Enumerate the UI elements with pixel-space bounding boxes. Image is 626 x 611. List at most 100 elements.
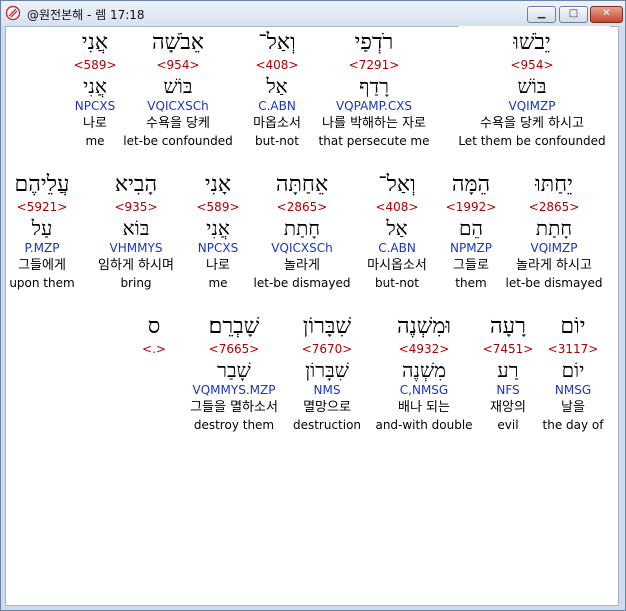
english-gloss: but-not (255, 134, 299, 148)
lemma-word: בּוֹא (122, 216, 150, 240)
lemma-word: מִשְׁנֶה (401, 358, 447, 382)
word-block[interactable]: יֵבֹשׁוּ <954> בּוֹשׁ VQIMZP 수욕을 당케 하시고 Let t… (458, 32, 605, 151)
lemma-word: רַע (497, 358, 519, 382)
word-block[interactable]: אֵבֹשָׁה <954> בּוֹשׁ VQICXSCh 수욕을 당케 let-be … (123, 32, 233, 151)
hebrew-word: אָנִי (204, 172, 232, 197)
hebrew-word: רֹדְפַי (354, 30, 394, 55)
lemma-word: רָדַף (359, 74, 389, 98)
window-title: @원전본해 - 렘 17:18 (27, 8, 145, 22)
morphology-code: VQIMZP (530, 241, 578, 255)
hebrew-word: אֲנִי (81, 30, 109, 55)
morphology-code: NPCXS (197, 241, 239, 255)
lemma-word: חָתַת (283, 216, 321, 240)
korean-gloss: 나로 (83, 116, 107, 131)
lemma-word: אֲנִי (83, 74, 107, 98)
hebrew-word: וְאַל־ (258, 30, 296, 55)
minimize-button[interactable]: ▁ (527, 6, 556, 23)
hebrew-word: וְאַל־ (378, 172, 416, 197)
english-gloss: Let them be confounded (458, 134, 606, 148)
word-block[interactable]: רֹדְפַי <7291> רָדַף VQPAMP.CXS 나를 박해하는 자로 th… (319, 32, 430, 151)
korean-gloss: 배나 되는 (398, 400, 450, 415)
word-block[interactable]: שָׁבְרֵם׃ <7665> שָׁבַר VQMMYS.MZP 그들을 멸하소서 d… (190, 316, 278, 435)
word-block[interactable]: הֵמָּה <1992> הֵם NPMZP 그들로 them (446, 174, 497, 293)
korean-gloss: 멸망으로 (303, 400, 351, 415)
english-gloss: that persecute me (318, 134, 430, 148)
word-block[interactable]: רָעָה <7451> רַע NFS 재앙의 evil (483, 316, 534, 435)
english-gloss: let-be dismayed (253, 276, 351, 290)
hebrew-word: אֵבֹשָׁה (151, 30, 205, 55)
english-gloss: evil (497, 418, 519, 432)
english-gloss: destruction (292, 418, 362, 432)
morphology-code: VQPAMP.CXS (335, 99, 413, 113)
lemma-word: עַל (31, 216, 53, 240)
word-block[interactable]: אָנִי <589> אֲנִי NPCXS 나로 me (196, 174, 239, 293)
english-gloss (142, 419, 166, 435)
lemma-word: בּוֹשׁ (163, 74, 193, 98)
strong-number: <.> (142, 342, 166, 356)
korean-gloss: 날을 (561, 400, 585, 415)
hebrew-word: הָבִיא (114, 172, 158, 197)
morphology-code: C,NMSG (399, 383, 449, 397)
morphology-code: VQICXSCh (147, 99, 209, 113)
korean-gloss: 임하게 하시며 (98, 258, 174, 273)
english-gloss: and-with double (375, 418, 473, 432)
hebrew-word: עֲלֵיהֶם (14, 172, 70, 197)
word-block[interactable]: וְאַל־ <408> אַל C.ABN 마시옵소서 but-not (367, 174, 427, 293)
morphology-code: VHMMYS (109, 241, 163, 255)
hebrew-word: שָׁבְרֵם׃ (208, 314, 260, 339)
lemma-word: שָׁבַר (217, 358, 251, 382)
word-block[interactable]: אֵחַתָּה <2865> חָתַת VQICXSCh 놀라게 let-be dis… (254, 174, 351, 293)
english-gloss: but-not (375, 276, 419, 290)
hebrew-word: הֵמָּה (451, 172, 491, 197)
english-gloss: destroy them (193, 418, 275, 432)
korean-gloss: 수욕을 당케 하시고 (480, 116, 584, 131)
hebrew-word: רָעָה (490, 314, 526, 339)
lemma-word (142, 360, 166, 384)
lemma-word: אַל (266, 74, 288, 98)
english-gloss: let-be confounded (123, 134, 233, 148)
korean-gloss: 그들에게 (18, 258, 66, 273)
hebrew-word: יֵבֹשׁוּ (513, 30, 551, 55)
hebrew-word: אֵחַתָּה (275, 172, 329, 197)
title-bar[interactable]: @원전본해 - 렘 17:18 ▁ □ ✕ (1, 1, 625, 27)
word-block[interactable]: הָבִיא <935> בּוֹא VHMMYS 임하게 하시며 bring (98, 174, 174, 293)
morphology-code: P.MZP (24, 241, 60, 255)
word-block[interactable]: שִׁבָּרוֹן <7670> שִׁבָּרוֹן NMS 멸망으로 destruc… (293, 316, 361, 435)
korean-gloss: 마옵소서 (253, 116, 301, 131)
morphology-code (142, 384, 166, 401)
close-button[interactable]: ✕ (590, 6, 623, 23)
lemma-word: שִׁבָּרוֹן (305, 358, 349, 382)
morphology-code: NPMZP (449, 241, 493, 255)
word-block[interactable]: עֲלֵיהֶם <5921> עַל P.MZP 그들에게 upon them (9, 174, 74, 293)
korean-gloss: 마시옵소서 (367, 258, 427, 273)
hebrew-word: שִׁבָּרוֹן (302, 314, 352, 339)
morphology-code: C.ABN (258, 99, 296, 113)
korean-gloss (142, 401, 166, 419)
word-block[interactable]: יוֹם <3117> יוֹם NMSG 날을 the day of (543, 316, 604, 435)
lemma-word: אַל (386, 216, 408, 240)
morphology-code: NPCXS (74, 99, 116, 113)
morphology-code: NFS (496, 383, 520, 397)
english-gloss: the day of (542, 418, 604, 432)
word-block[interactable]: וְאַל־ <408> אַל C.ABN 마옵소서 but-not (253, 32, 301, 151)
word-block[interactable]: יֵחַתּוּ <2865> חָתַת VQIMZP 놀라게 하시고 let-be d… (506, 174, 603, 293)
korean-gloss: 재앙의 (490, 400, 526, 415)
maximize-button[interactable]: □ (559, 6, 588, 23)
lemma-word: הֵם (459, 216, 483, 240)
lemma-word: יוֹם (561, 358, 585, 382)
lemma-word: בּוֹשׁ (517, 74, 547, 98)
word-block[interactable]: ס <.> (142, 316, 166, 435)
lemma-word: אֲנִי (206, 216, 230, 240)
hebrew-word: וּמִשְׁנֶה (396, 314, 452, 339)
hebrew-word: יוֹם (560, 314, 586, 339)
korean-gloss: 놀라게 하시고 (516, 258, 592, 273)
korean-gloss: 나를 박해하는 자로 (322, 116, 426, 131)
morphology-code: VQMMYS.MZP (192, 383, 276, 397)
korean-gloss: 수욕을 당케 (146, 116, 210, 131)
english-gloss: upon them (9, 276, 75, 290)
english-gloss: me (208, 276, 228, 290)
morphology-code: VQICXSCh (271, 241, 333, 255)
lemma-word: חָתַת (535, 216, 573, 240)
word-block[interactable]: וּמִשְׁנֶה <4932> מִשְׁנֶה C,NMSG 배나 되는 and-w… (375, 316, 472, 435)
word-block[interactable]: אֲנִי <589> אֲנִי NPCXS 나로 me (73, 32, 116, 151)
